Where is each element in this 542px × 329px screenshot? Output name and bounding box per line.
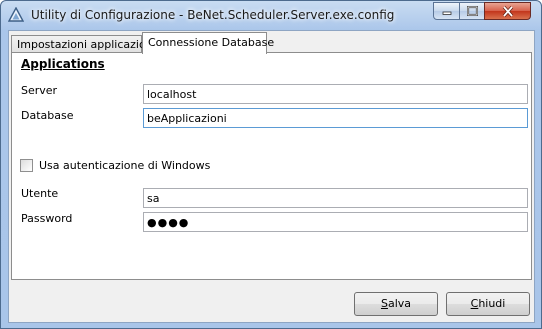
close-label: hiudi — [478, 297, 506, 310]
app-config-icon — [8, 7, 24, 22]
minimize-button[interactable] — [433, 2, 460, 20]
user-input[interactable]: sa — [143, 188, 528, 208]
save-button[interactable]: Salva — [354, 292, 438, 316]
button-bar: Salva Chiudi — [9, 280, 534, 323]
maximize-button[interactable] — [459, 2, 485, 20]
connection-panel: Applications Server localhost Database b… — [11, 52, 532, 280]
tab-connessione-database[interactable]: Connessione Database — [142, 32, 274, 54]
user-label: Utente — [21, 187, 59, 200]
database-label: Database — [21, 109, 74, 122]
app-window: Utility di Configurazione - BeNet.Schedu… — [0, 0, 542, 329]
window-title: Utility di Configurazione - BeNet.Schedu… — [31, 8, 395, 22]
save-label: alva — [387, 297, 412, 310]
close-dialog-button[interactable]: Chiudi — [446, 292, 530, 316]
windows-auth-checkbox[interactable] — [20, 159, 33, 172]
tab-impostazioni-applicazione[interactable]: Impostazioni applicazione — [11, 35, 159, 53]
client-area: Impostazioni applicazione Connessione Da… — [8, 30, 535, 323]
server-input[interactable]: localhost — [143, 84, 528, 104]
server-label: Server — [21, 84, 58, 97]
windows-auth-label[interactable]: Usa autenticazione di Windows — [39, 159, 210, 172]
maximize-icon — [466, 6, 478, 16]
close-button[interactable] — [484, 2, 531, 20]
database-input[interactable]: beApplicazioni — [143, 108, 528, 128]
save-accel: S — [380, 297, 388, 310]
password-label: Password — [21, 212, 73, 225]
title-bar[interactable]: Utility di Configurazione - BeNet.Schedu… — [1, 1, 541, 29]
password-input[interactable]: ●●●● — [143, 212, 528, 232]
close-icon — [502, 5, 513, 17]
minimize-icon — [442, 11, 451, 15]
section-title: Applications — [21, 57, 105, 71]
tab-strip: Impostazioni applicazione Connessione Da… — [9, 31, 534, 54]
